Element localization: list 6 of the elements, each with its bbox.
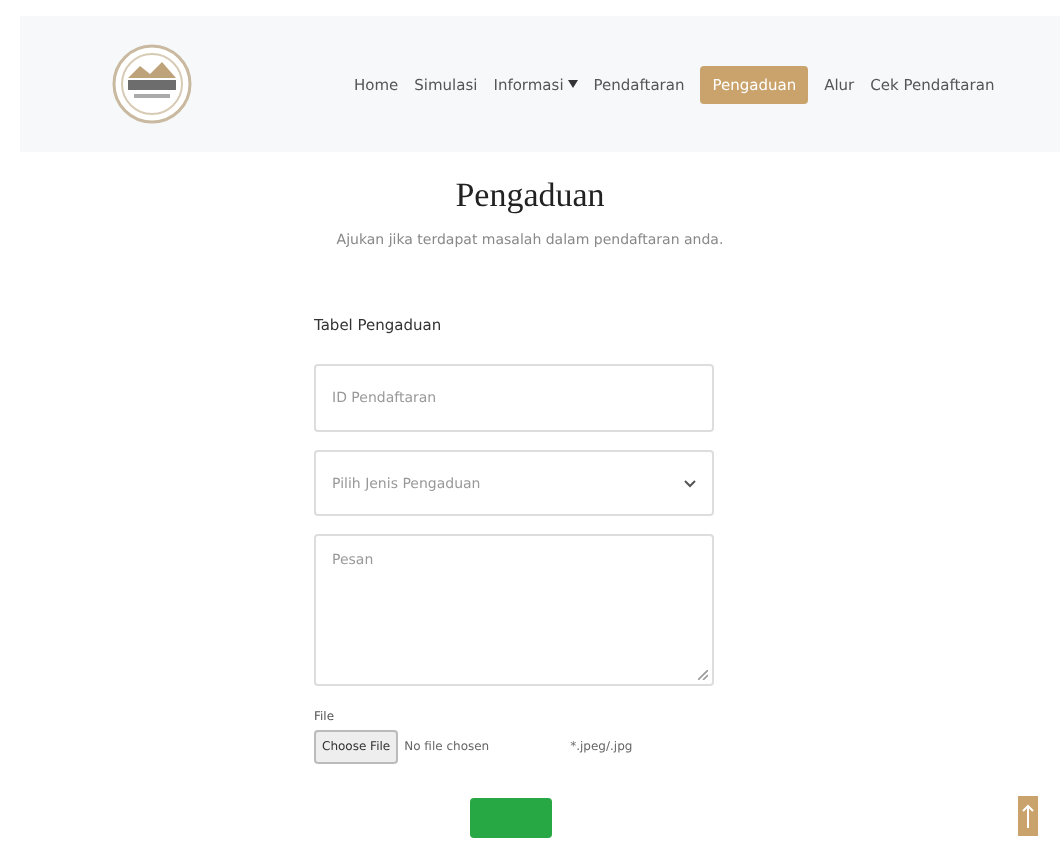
scroll-top-button[interactable] <box>1018 796 1038 836</box>
arrow-up-icon <box>1022 804 1034 828</box>
resize-handle-icon <box>698 670 708 680</box>
logo-icon <box>110 42 194 126</box>
chevron-down-icon <box>684 479 696 487</box>
page-title: Pengaduan <box>455 176 605 216</box>
